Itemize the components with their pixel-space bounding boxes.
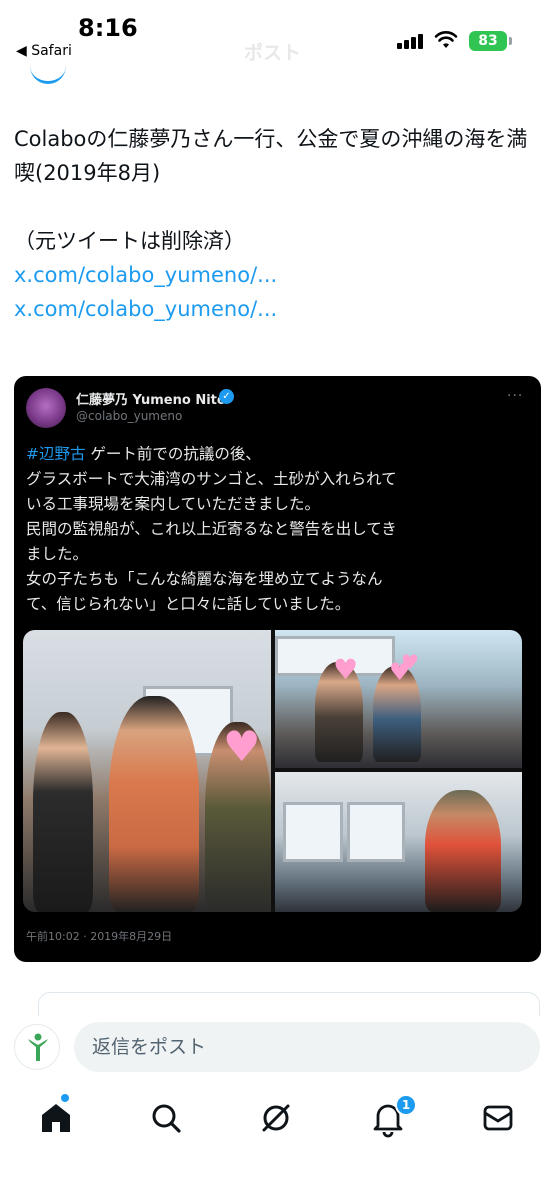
signal-icon [397, 33, 425, 49]
tweet-body: Colaboの仁藤夢乃さん一行、公金で夏の沖縄の海を満喫(2019年8月) （元… [14, 122, 544, 326]
quoted-post-preview[interactable] [38, 992, 540, 1016]
embedded-line-2: グラスボートで大浦湾のサンゴと、土砂が入れられて [26, 470, 397, 488]
photo-boat-guide [275, 772, 522, 912]
embedded-line-6: 女の子たちも「こんな綺麗な海を埋め立てようなん [26, 570, 383, 588]
heart-sticker-icon: ♥ [333, 653, 359, 686]
photo-boat-cabin: ♥ ♥ ♥ [275, 630, 522, 768]
heart-sticker-icon: ♥ [401, 650, 419, 674]
status-bar: 8:16 ◀ Safari ポスト 83 [0, 0, 554, 84]
embedded-timestamp: 午前10:02 · 2019年8月29日 [26, 930, 173, 943]
mail-icon[interactable] [478, 1098, 518, 1138]
home-unread-dot [61, 1094, 69, 1102]
tweet-link-2[interactable]: x.com/colabo_yumeno/... [14, 297, 277, 321]
battery-tip [509, 37, 512, 45]
notification-count-badge: 1 [395, 1094, 417, 1116]
page-title: ポスト [244, 42, 302, 64]
embedded-author-name: 仁藤夢乃 Yumeno Nito [76, 393, 226, 408]
embedded-line-1: ゲート前での抗議の後、 [85, 445, 261, 463]
more-options-icon: ··· [507, 388, 524, 404]
reply-input[interactable]: 返信をポスト [74, 1022, 540, 1072]
author-avatar[interactable] [30, 62, 66, 84]
tweet-text-note: （元ツイートは削除済） [14, 229, 245, 253]
embedded-line-3: いる工事現場を案内していただきました。 [26, 495, 321, 513]
embedded-author-handle: @colabo_yumeno [76, 409, 183, 423]
photo-grid: ♥ ♥ ♥ ♥ [23, 630, 522, 912]
user-avatar[interactable] [14, 1024, 60, 1070]
heart-sticker-icon: ♥ [223, 722, 261, 771]
embedded-line-5: ました。 [26, 545, 89, 563]
bottom-tab-bar: 1 [0, 1080, 554, 1200]
hashtag: #辺野古 [26, 445, 86, 463]
embedded-avatar [26, 388, 66, 428]
status-time: 8:16 [78, 14, 138, 42]
photo-boat-women: ♥ [23, 630, 271, 912]
back-to-safari-link[interactable]: ◀ Safari [16, 43, 72, 59]
embedded-line-7: て、信じられない」と口々に話していました。 [26, 595, 351, 613]
user-figure-icon [28, 1033, 48, 1061]
grok-icon[interactable] [256, 1098, 296, 1138]
battery-icon: 83 [469, 31, 507, 51]
reply-bar: 返信をポスト [0, 1016, 554, 1080]
embedded-tweet-text: #辺野古 ゲート前での抗議の後、 グラスボートで大浦湾のサンゴと、土砂が入れられ… [26, 442, 534, 617]
wifi-icon [434, 31, 458, 48]
verified-badge-icon: ✓ [219, 389, 234, 404]
embedded-tweet-image[interactable]: 仁藤夢乃 Yumeno Nito ✓ @colabo_yumeno ··· #辺… [14, 376, 541, 962]
tweet-text-main: Colaboの仁藤夢乃さん一行、公金で夏の沖縄の海を満喫(2019年8月) [14, 127, 528, 185]
tweet-link-1[interactable]: x.com/colabo_yumeno/... [14, 263, 277, 287]
home-icon[interactable] [36, 1098, 76, 1138]
embedded-line-4: 民間の監視船が、これ以上近寄るなと警告を出してき [26, 520, 397, 538]
search-icon[interactable] [146, 1098, 186, 1138]
